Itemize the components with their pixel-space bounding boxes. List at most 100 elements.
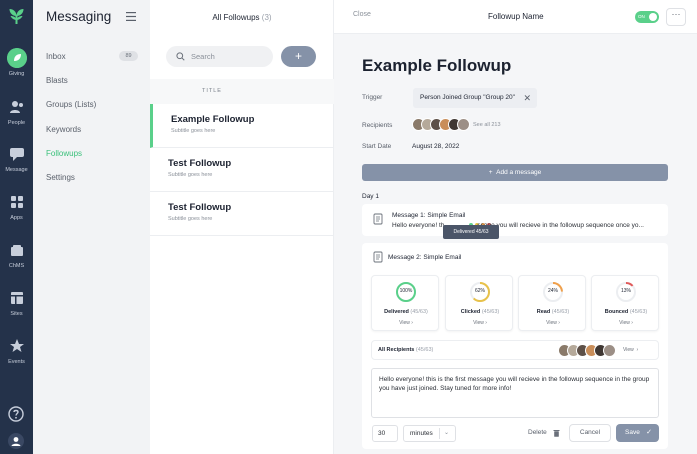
avatar	[457, 118, 470, 131]
stat-view-link[interactable]: View ›	[592, 320, 660, 326]
rail-item-giving[interactable]: Giving	[0, 48, 33, 77]
message-1-preview-end: ssage you will recieve in the followup s…	[477, 222, 644, 229]
list-item[interactable]: Example Followup Subtitle goes here	[150, 104, 334, 148]
sites-icon	[10, 292, 23, 304]
search-input[interactable]	[191, 50, 266, 63]
apps-grid-icon	[10, 196, 23, 208]
recipient-avatars	[558, 344, 618, 357]
delay-unit-select[interactable]: minutes ⌄	[403, 425, 456, 442]
rail-label: Sites	[10, 311, 23, 317]
chat-icon	[9, 148, 24, 161]
list-item[interactable]: Test Followup Subtitle goes here	[150, 192, 334, 236]
start-date-label: Start Date	[362, 143, 392, 150]
rail-item-people[interactable]: People	[0, 97, 33, 126]
rail-label: Events	[8, 359, 25, 365]
rail-item-chms[interactable]: ChMS	[0, 240, 33, 269]
message-1-title: Message 1: Simple Email	[392, 212, 466, 219]
page-title: Example Followup	[362, 56, 512, 75]
day-label: Day 1	[362, 193, 379, 200]
stat-percent: 100%	[399, 288, 413, 294]
rail-item-sites[interactable]: Sites	[0, 288, 33, 317]
message-body-textarea[interactable]: Hello everyone! this is the first messag…	[371, 368, 659, 418]
stat-fraction: (45/63)	[481, 309, 500, 315]
people-icon	[9, 101, 23, 113]
stat-name: Bounced	[604, 309, 629, 315]
message-card-1[interactable]: Message 1: Simple Email Hello everyone! …	[362, 204, 668, 236]
rail-label: People	[7, 120, 26, 126]
stat-view-link[interactable]: View ›	[519, 320, 587, 326]
list-item[interactable]: Test Followup Subtitle goes here	[150, 148, 334, 192]
rail-label: Apps	[10, 215, 23, 221]
rail-item-apps[interactable]: Apps	[0, 192, 33, 221]
stat-card-read: 24% Read (45/63) View ›	[518, 275, 586, 331]
rail-item-events[interactable]: Events	[0, 336, 33, 365]
check-icon: ✓	[646, 429, 652, 436]
remove-trigger-icon[interactable]: ✕	[523, 88, 531, 108]
list-header: All Followups (3)	[150, 0, 334, 35]
messaging-sidebar: Messaging Inbox 89 Blasts Groups (Lists)…	[33, 0, 150, 454]
title-column-header: TITLE	[150, 79, 334, 104]
stat-percent: 62%	[474, 288, 485, 294]
leaf-icon	[6, 48, 27, 68]
search-box[interactable]	[166, 46, 273, 67]
sidebar-item-blasts[interactable]: Blasts	[46, 76, 68, 85]
trigger-value: Person Joined Group "Group 20"	[420, 94, 515, 101]
avatar	[603, 344, 616, 357]
sidebar-item-inbox[interactable]: Inbox	[46, 52, 66, 61]
sidebar-item-keywords[interactable]: Keywords	[46, 125, 81, 134]
trash-icon[interactable]	[553, 429, 560, 437]
list-count: (3)	[261, 13, 272, 22]
brand-logo-icon	[9, 9, 24, 24]
stat-name: Clicked	[460, 309, 481, 315]
view-label: View	[623, 347, 634, 353]
view-label: View	[546, 320, 557, 326]
add-message-button[interactable]: + Add a message	[362, 164, 668, 181]
stat-percent: 13%	[620, 288, 631, 294]
close-button[interactable]: Close	[353, 11, 371, 18]
stat-label: Read (45/63)	[519, 309, 587, 315]
trigger-chip[interactable]: Person Joined Group "Group 20" ✕	[413, 88, 537, 108]
delay-value-input[interactable]: 30	[372, 425, 398, 442]
all-recipients-label: All Recipients (45/63)	[378, 347, 433, 353]
stat-label: Delivered (45/63)	[372, 309, 440, 315]
message-card-2: Message 2: Simple Email 100% Delivered (…	[362, 243, 668, 449]
delay-unit-value: minutes	[410, 430, 433, 437]
sidebar-item-settings[interactable]: Settings	[46, 173, 75, 182]
more-options-button[interactable]: ···	[666, 8, 686, 26]
view-label: View	[473, 320, 484, 326]
plus-icon: +	[488, 169, 497, 176]
stat-fraction: (45/63)	[410, 309, 428, 315]
list-item-subtitle: Subtitle goes here	[171, 128, 216, 134]
stat-percent: 24%	[547, 288, 558, 294]
followup-list-pane: All Followups (3) + TITLE Example Follow…	[150, 0, 334, 454]
detail-topbar: Close Followup Name ON ···	[334, 0, 697, 34]
sidebar-item-followups[interactable]: Followups	[46, 149, 82, 158]
stat-view-link[interactable]: View ›	[446, 320, 514, 326]
list-title: All Followups	[212, 13, 260, 22]
list-item-subtitle: Subtitle goes here	[168, 172, 213, 178]
all-recipients-text: All Recipients	[378, 347, 415, 353]
help-icon[interactable]	[8, 406, 24, 422]
see-all-recipients-link[interactable]: See all 213	[473, 122, 501, 128]
select-divider	[439, 428, 440, 439]
delete-button[interactable]: Delete	[528, 429, 547, 436]
cancel-button[interactable]: Cancel	[569, 424, 611, 442]
active-toggle[interactable]: ON	[635, 11, 659, 23]
email-template-icon	[373, 213, 383, 225]
all-recipients-view-link[interactable]: View ›	[623, 347, 638, 353]
sidebar-item-groups[interactable]: Groups (Lists)	[46, 100, 96, 109]
stat-view-link[interactable]: View ›	[372, 320, 440, 326]
followup-detail-pane: Close Followup Name ON ··· Example Follo…	[334, 0, 697, 454]
inbox-count-badge: 89	[119, 51, 138, 61]
user-avatar-icon[interactable]	[8, 433, 24, 449]
stat-label: Clicked (45/63)	[446, 309, 514, 315]
rail-item-message[interactable]: Message	[0, 144, 33, 173]
save-label: Save	[625, 429, 640, 436]
all-recipients-row[interactable]: All Recipients (45/63) View ›	[371, 340, 659, 360]
save-button[interactable]: Save ✓	[616, 424, 659, 442]
app-window: Giving People Message Apps ChMS Sites Ev…	[0, 0, 697, 454]
start-date-value: August 28, 2022	[412, 143, 460, 150]
hamburger-menu-icon[interactable]	[126, 12, 136, 21]
add-followup-button[interactable]: +	[281, 46, 316, 67]
delivered-tooltip: Delivered 45/63	[443, 225, 499, 239]
